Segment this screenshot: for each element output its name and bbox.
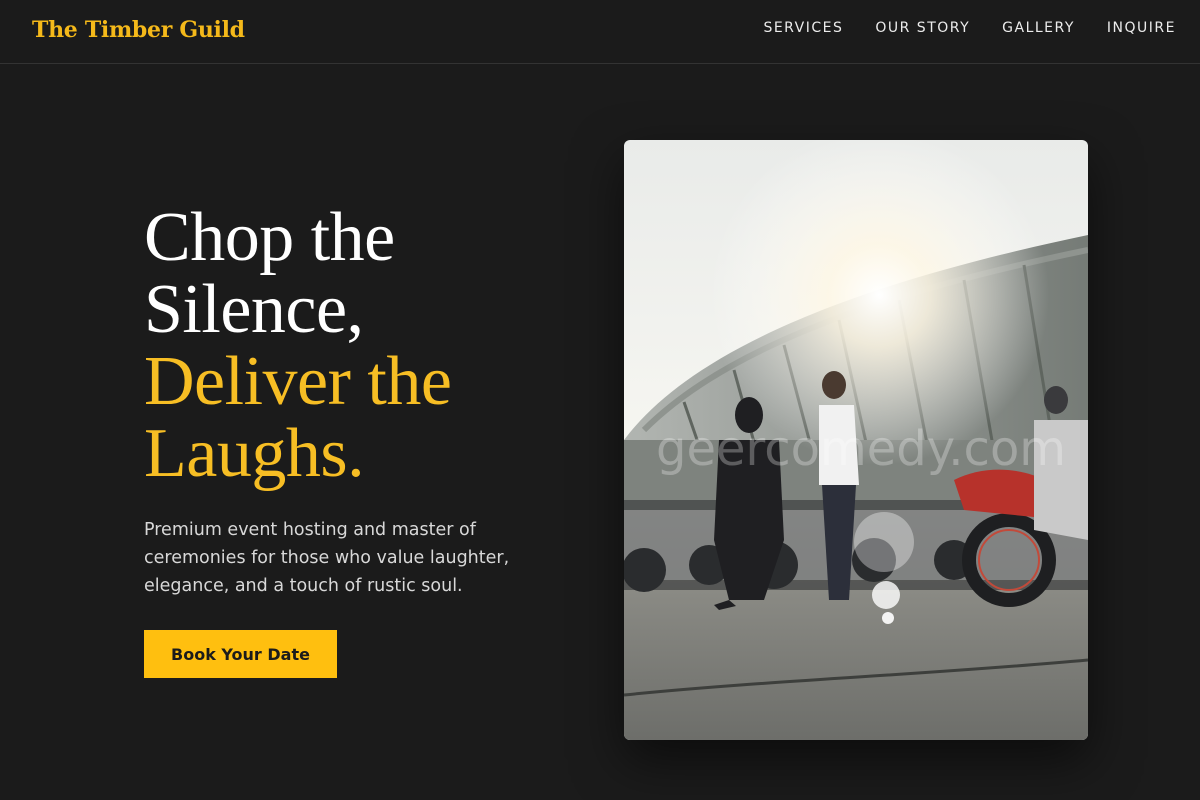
hero-photo-illustration: geercomedy.com xyxy=(624,140,1088,740)
hero-subtext: Premium event hosting and master of cere… xyxy=(144,520,510,596)
site-logo[interactable]: The Timber Guild xyxy=(32,17,245,43)
headline-line-2: Silence, xyxy=(144,271,364,348)
nav-link-our-story[interactable]: OUR STORY xyxy=(875,20,970,36)
headline-line-4: Laughs. xyxy=(144,415,365,492)
top-navigation-bar: The Timber Guild SERVICES OUR STORY GALL… xyxy=(0,0,1200,64)
headline-line-3: Deliver the xyxy=(144,343,452,420)
hero-text-block: Chop the Silence, Deliver the Laughs. Pr… xyxy=(144,202,564,600)
hero-headline: Chop the Silence, Deliver the Laughs. xyxy=(144,202,564,490)
photo-watermark: geercomedy.com xyxy=(656,421,1066,477)
nav-link-gallery[interactable]: GALLERY xyxy=(1002,20,1075,36)
book-your-date-button[interactable]: Book Your Date xyxy=(144,630,337,678)
nav-link-inquire[interactable]: INQUIRE xyxy=(1107,20,1176,36)
hero-photo: geercomedy.com xyxy=(624,140,1088,740)
headline-line-1: Chop the xyxy=(144,199,395,276)
main-nav: SERVICES OUR STORY GALLERY INQUIRE xyxy=(763,20,1176,36)
nav-link-services[interactable]: SERVICES xyxy=(763,20,843,36)
